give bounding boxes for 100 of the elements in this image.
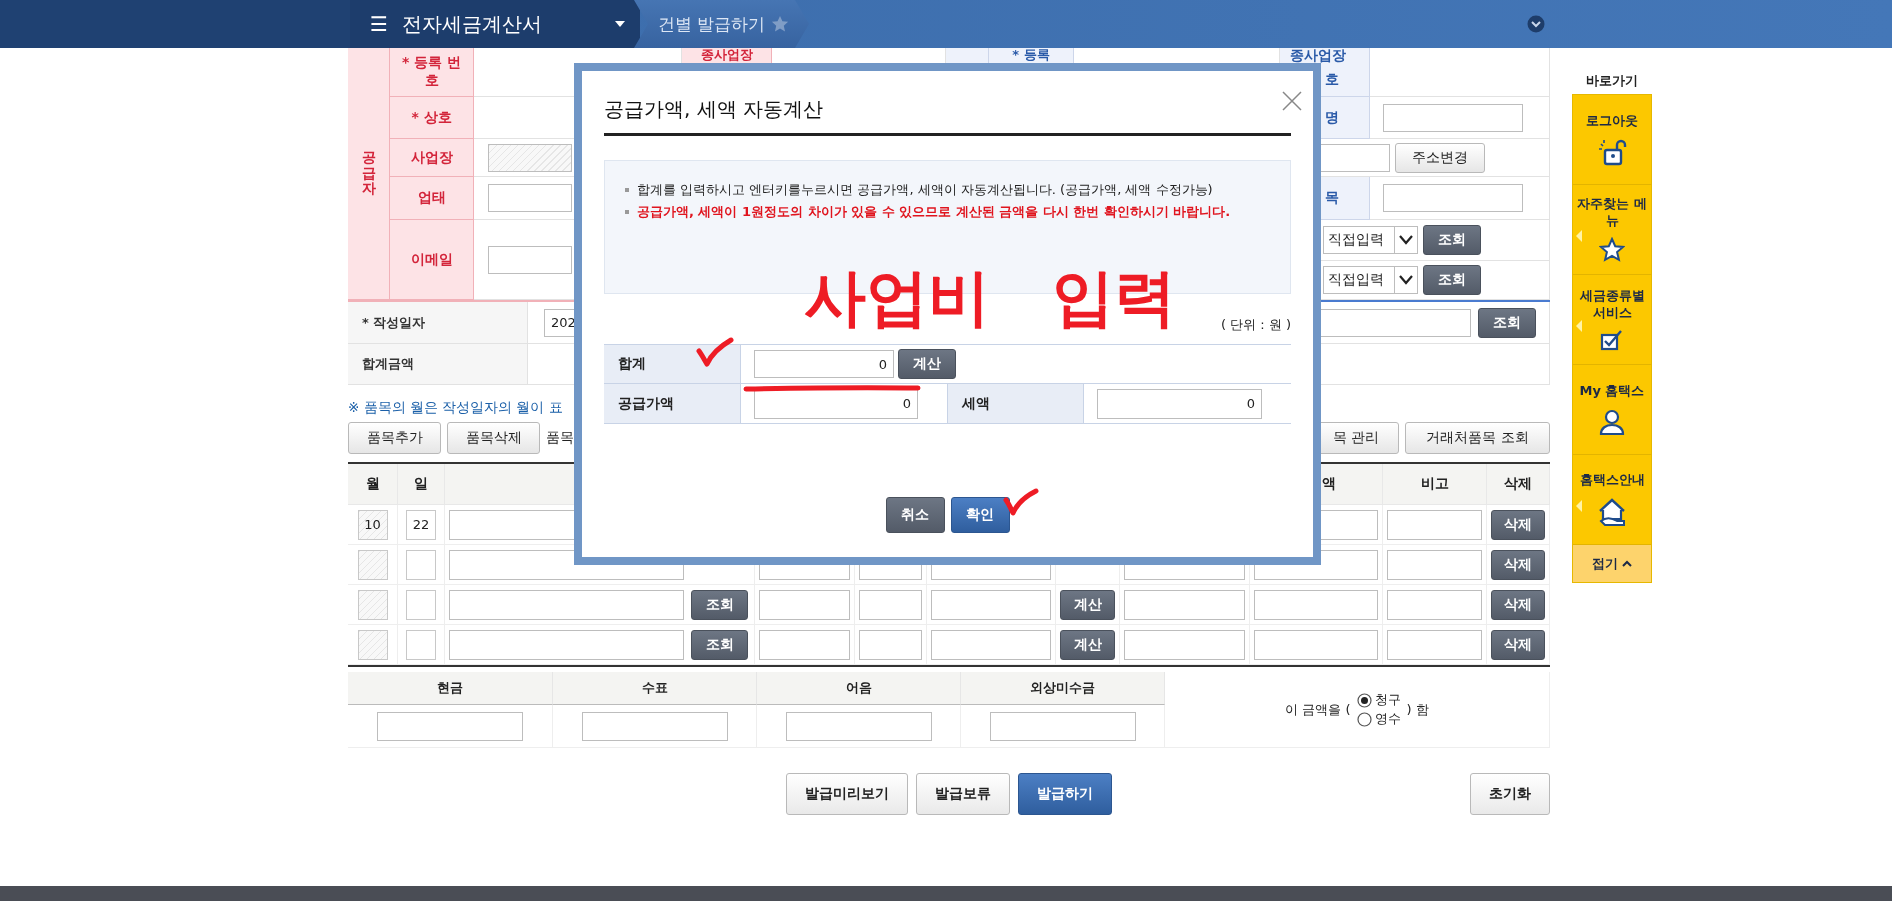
quick-menu-item[interactable]: 자주찾는 메뉴 <box>1573 185 1651 275</box>
form-label: 사업장 <box>390 139 474 177</box>
day-field[interactable] <box>406 589 436 620</box>
tax-field[interactable]: 0 <box>1097 388 1262 419</box>
quick-menu-item[interactable]: 로그아웃 <box>1573 95 1651 185</box>
radio-label: 영수 <box>1374 710 1401 728</box>
amount-field[interactable] <box>785 711 932 741</box>
action-button[interactable]: 발급하기 <box>1018 773 1112 815</box>
chevron-down-icon[interactable] <box>1527 15 1545 33</box>
select-field[interactable]: 직접입력 <box>1323 266 1418 294</box>
amount-field[interactable] <box>581 711 728 741</box>
lookup-button[interactable]: 조회 <box>1478 307 1536 338</box>
reset-button[interactable]: 초기화 <box>1470 773 1550 815</box>
day-field[interactable]: 22 <box>406 509 436 540</box>
claim-text: ) 함 <box>1406 700 1429 719</box>
column-header: 비고 <box>1383 464 1487 505</box>
quick-menu-item[interactable]: My 홈택스 <box>1573 365 1651 455</box>
collapse-button[interactable]: 접기 <box>1573 545 1651 582</box>
form-label: 이메일 <box>390 220 474 300</box>
delete-button[interactable]: 삭제 <box>1491 629 1545 660</box>
supply-field[interactable]: 0 <box>754 388 918 419</box>
item-field[interactable] <box>449 629 684 660</box>
form-label: 세액 <box>947 384 1084 424</box>
total-field[interactable]: 0 <box>754 350 894 378</box>
bullet-icon <box>625 210 629 214</box>
readonly-field[interactable] <box>488 143 572 172</box>
star-icon <box>1599 236 1625 263</box>
calculate-button[interactable]: 계산 <box>1060 589 1115 620</box>
side-label: 공급자 <box>348 48 390 300</box>
day-field[interactable] <box>406 549 436 580</box>
unlock-icon <box>1597 137 1627 166</box>
select-field[interactable]: 직접입력 <box>1323 226 1418 254</box>
calculate-button[interactable]: 계산 <box>1060 629 1115 660</box>
dialog-title: 공급가액, 세액 자동계산 <box>604 95 824 123</box>
column-header: 외상미수금 <box>961 672 1165 705</box>
radio-button[interactable] <box>1356 692 1372 708</box>
form-label: * 상호 <box>390 97 474 139</box>
action-button[interactable]: 발급미리보기 <box>786 773 908 815</box>
lookup-button[interactable]: 조회 <box>1423 225 1481 255</box>
amount-field[interactable] <box>989 711 1136 741</box>
toolbar-button[interactable]: 품목추가 <box>348 422 441 454</box>
caret-down-icon[interactable] <box>614 20 626 28</box>
text-field[interactable] <box>1383 184 1523 212</box>
lookup-button[interactable]: 조회 <box>691 589 748 620</box>
day-field[interactable] <box>406 629 436 660</box>
close-icon <box>1281 89 1303 112</box>
column-header: 수표 <box>553 672 757 705</box>
breadcrumb-item[interactable]: 건별 발급하기 <box>634 0 809 48</box>
dialog-button[interactable]: 취소 <box>885 497 945 533</box>
toolbar-button[interactable]: 품목삭제 <box>447 422 540 454</box>
form-label: 업태 <box>390 177 474 220</box>
month-field <box>357 589 388 620</box>
lookup-button[interactable]: 조회 <box>691 629 748 660</box>
column-header: 월 <box>348 464 398 505</box>
radio-button[interactable] <box>1356 711 1372 727</box>
form-label: 종사업장 <box>1290 48 1346 62</box>
note-text: ※ 품목의 월은 작성일자의 월이 표 <box>348 398 563 417</box>
person-icon <box>1598 407 1626 436</box>
lookup-button[interactable]: 조회 <box>1423 265 1481 295</box>
month-field <box>357 629 388 660</box>
item-field[interactable] <box>449 589 684 620</box>
month-field: 10 <box>357 509 388 540</box>
column-header: 현금 <box>348 672 553 705</box>
checkbox-icon <box>1600 328 1624 351</box>
column-header: 삭제 <box>1487 464 1550 505</box>
radio-label: 청구 <box>1374 691 1401 709</box>
text-field[interactable] <box>488 184 572 212</box>
bullet-icon <box>625 188 629 192</box>
info-text: 합계를 입력하시고 엔터키를누르시면 공급가액, 세액이 자동계산됩니다. (공급가액, 세액 수정가능) <box>637 181 1213 199</box>
star-icon <box>771 15 790 33</box>
calculate-button[interactable]: 계산 <box>898 349 956 379</box>
form-label: 합계 <box>604 345 741 384</box>
check-mark-icon <box>1003 488 1039 516</box>
menu-icon[interactable]: ☰ <box>370 12 388 36</box>
amount-field[interactable] <box>377 711 523 741</box>
page-title: 전자세금계산서 <box>401 10 543 38</box>
action-button[interactable]: 발급보류 <box>916 773 1010 815</box>
form-label: * 등록 번호 <box>390 48 474 97</box>
handwritten-note: 사업비 입력 <box>804 267 1176 329</box>
text-field[interactable] <box>1383 103 1523 132</box>
dialog-button[interactable]: 확인 <box>950 497 1010 533</box>
address-change-button[interactable]: 주소변경 <box>1395 142 1485 173</box>
quick-menu-item[interactable]: 세금종류별 서비스 <box>1573 275 1651 365</box>
check-mark-icon <box>696 337 734 367</box>
form-label: 호 <box>1325 72 1339 86</box>
delete-button[interactable]: 삭제 <box>1491 589 1545 620</box>
delete-button[interactable]: 삭제 <box>1491 549 1545 580</box>
claim-text: 이 금액을 ( <box>1285 700 1351 719</box>
toolbar-button[interactable]: 거래처품목 조회 <box>1405 422 1550 454</box>
delete-button[interactable]: 삭제 <box>1491 509 1545 540</box>
form-label: 공급가액 <box>604 384 741 424</box>
column-header: 일 <box>398 464 445 505</box>
info-text: 공급가액, 세액이 1원정도의 차이가 있을 수 있으므로 계산된 금액을 다시 한번 확인하시기 바랍니다. <box>637 203 1231 221</box>
form-label: 합계금액 <box>348 344 528 385</box>
unit-text: ( 단위 : 원 ) <box>1219 316 1291 334</box>
caret-up-icon <box>1622 560 1632 567</box>
column-header: 어음 <box>757 672 961 705</box>
toolbar-text: 품목 <box>546 429 574 447</box>
text-field[interactable] <box>488 245 572 274</box>
form-label: * 작성일자 <box>348 302 528 344</box>
